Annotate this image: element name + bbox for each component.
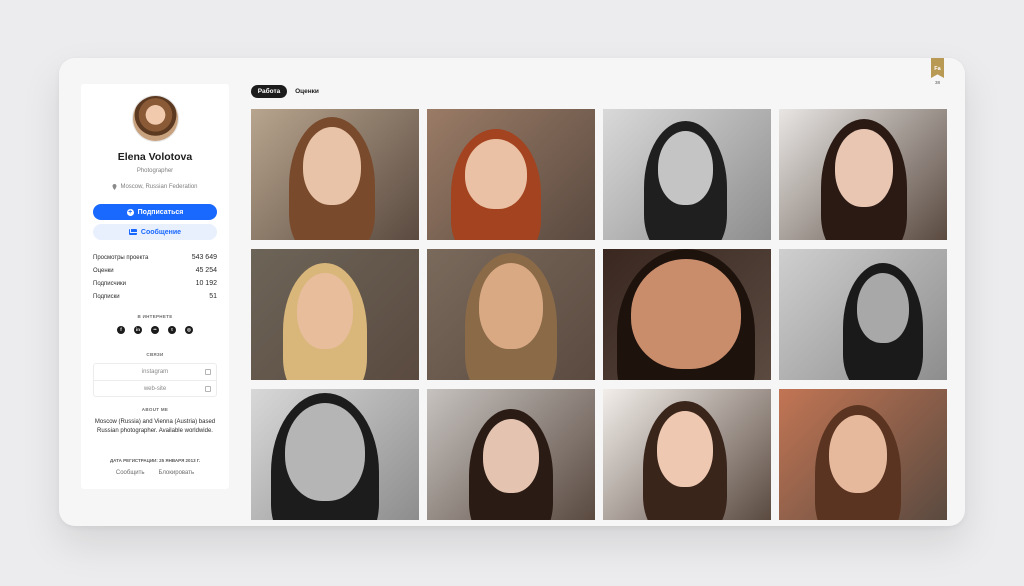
registration-date: ДАТА РЕГИСТРАЦИИ: 25 ЯНВАРЯ 2013 Г. [109, 458, 201, 463]
plus-icon: + [126, 208, 134, 216]
section-heading-links: Связи [146, 352, 164, 357]
section-heading-about: ABOUT ME [141, 407, 169, 412]
app-window: Elena Volotova Photographer Moscow, Russ… [59, 58, 965, 526]
photo-tile[interactable] [427, 109, 595, 240]
stat-label: Подписчики [93, 280, 127, 287]
photo-face [657, 411, 713, 487]
photo-tile[interactable] [251, 109, 419, 240]
external-link-icon [205, 369, 211, 375]
photo-face [297, 273, 353, 349]
photo-face [479, 263, 543, 349]
photo-tile[interactable] [779, 109, 947, 240]
photo-grid [251, 109, 947, 520]
stat-following[interactable]: Подписки 51 [93, 290, 217, 303]
stat-label: Оценки [93, 267, 114, 274]
photo-face [857, 273, 909, 343]
footer-links: Сообщить Блокировать [81, 470, 229, 476]
avatar[interactable] [133, 96, 178, 141]
subscribe-button[interactable]: + Подписаться [93, 204, 217, 220]
photo-face [303, 127, 361, 205]
photo-tile[interactable] [603, 389, 771, 520]
location-pin-icon [112, 184, 117, 190]
section-heading-internet: В ИНТЕРНЕТЕ [137, 314, 173, 319]
photo-face [631, 259, 741, 369]
badge-count: 38 [934, 80, 940, 85]
stat-followers[interactable]: Подписчики 10 192 [93, 277, 217, 290]
photo-face [285, 403, 365, 501]
external-link-icon [205, 386, 211, 392]
profile-location: Moscow, Russian Federation [81, 184, 229, 190]
stat-value: 10 192 [195, 280, 217, 287]
instagram-icon[interactable]: ◎ [185, 326, 193, 334]
photo-tile[interactable] [427, 249, 595, 380]
link-label: web-site [143, 385, 167, 392]
stat-value: 543 649 [191, 254, 217, 261]
message-label: Сообщение [140, 228, 182, 236]
about-text: Moscow (Russia) and Vienna (Austria) bas… [94, 419, 216, 434]
profile-role: Photographer [136, 168, 174, 174]
profile-sidebar: Elena Volotova Photographer Moscow, Russ… [81, 84, 229, 489]
profile-name: Elena Volotova [117, 151, 193, 163]
stat-value: 51 [209, 293, 217, 300]
link-website[interactable]: web-site [94, 380, 216, 396]
photo-face [483, 419, 539, 493]
links-box: instagram web-site [93, 363, 217, 397]
stat-label: Подписки [93, 293, 120, 300]
stat-value: 45 254 [195, 267, 217, 274]
photo-face [658, 131, 713, 205]
photo-tile[interactable] [603, 109, 771, 240]
mail-icon [128, 229, 137, 235]
linkedin-icon[interactable]: in [134, 326, 142, 334]
photo-tile[interactable] [779, 249, 947, 380]
photo-tile[interactable] [251, 249, 419, 380]
photo-face [465, 139, 527, 209]
subscribe-label: Подписаться [137, 208, 184, 216]
tab-ratings[interactable]: Оценки [291, 85, 323, 98]
photo-tile[interactable] [251, 389, 419, 520]
photo-face [835, 129, 893, 207]
tab-work[interactable]: Работа [251, 85, 287, 98]
stat-ratings: Оценки 45 254 [93, 264, 217, 277]
photo-face [829, 415, 887, 493]
photo-tile[interactable] [779, 389, 947, 520]
photo-tile[interactable] [427, 389, 595, 520]
link-label: instagram [141, 369, 169, 375]
photo-tile[interactable] [603, 249, 771, 380]
stat-views: Просмотры проекта 543 649 [93, 251, 217, 264]
link-instagram[interactable]: instagram [94, 364, 216, 380]
social-links: f in •• t ◎ [81, 326, 229, 334]
message-button[interactable]: Сообщение [93, 224, 217, 240]
tumblr-icon[interactable]: t [168, 326, 176, 334]
report-link[interactable]: Сообщить [116, 470, 145, 476]
stats-list: Просмотры проекта 543 649 Оценки 45 254 По… [93, 251, 217, 303]
stat-label: Просмотры проекта [93, 254, 149, 261]
location-text: Moscow, Russian Federation [120, 184, 198, 190]
facebook-icon[interactable]: f [117, 326, 125, 334]
flickr-icon[interactable]: •• [151, 326, 159, 334]
bookmark-badge[interactable]: Fa [931, 58, 944, 78]
block-link[interactable]: Блокировать [158, 470, 194, 476]
